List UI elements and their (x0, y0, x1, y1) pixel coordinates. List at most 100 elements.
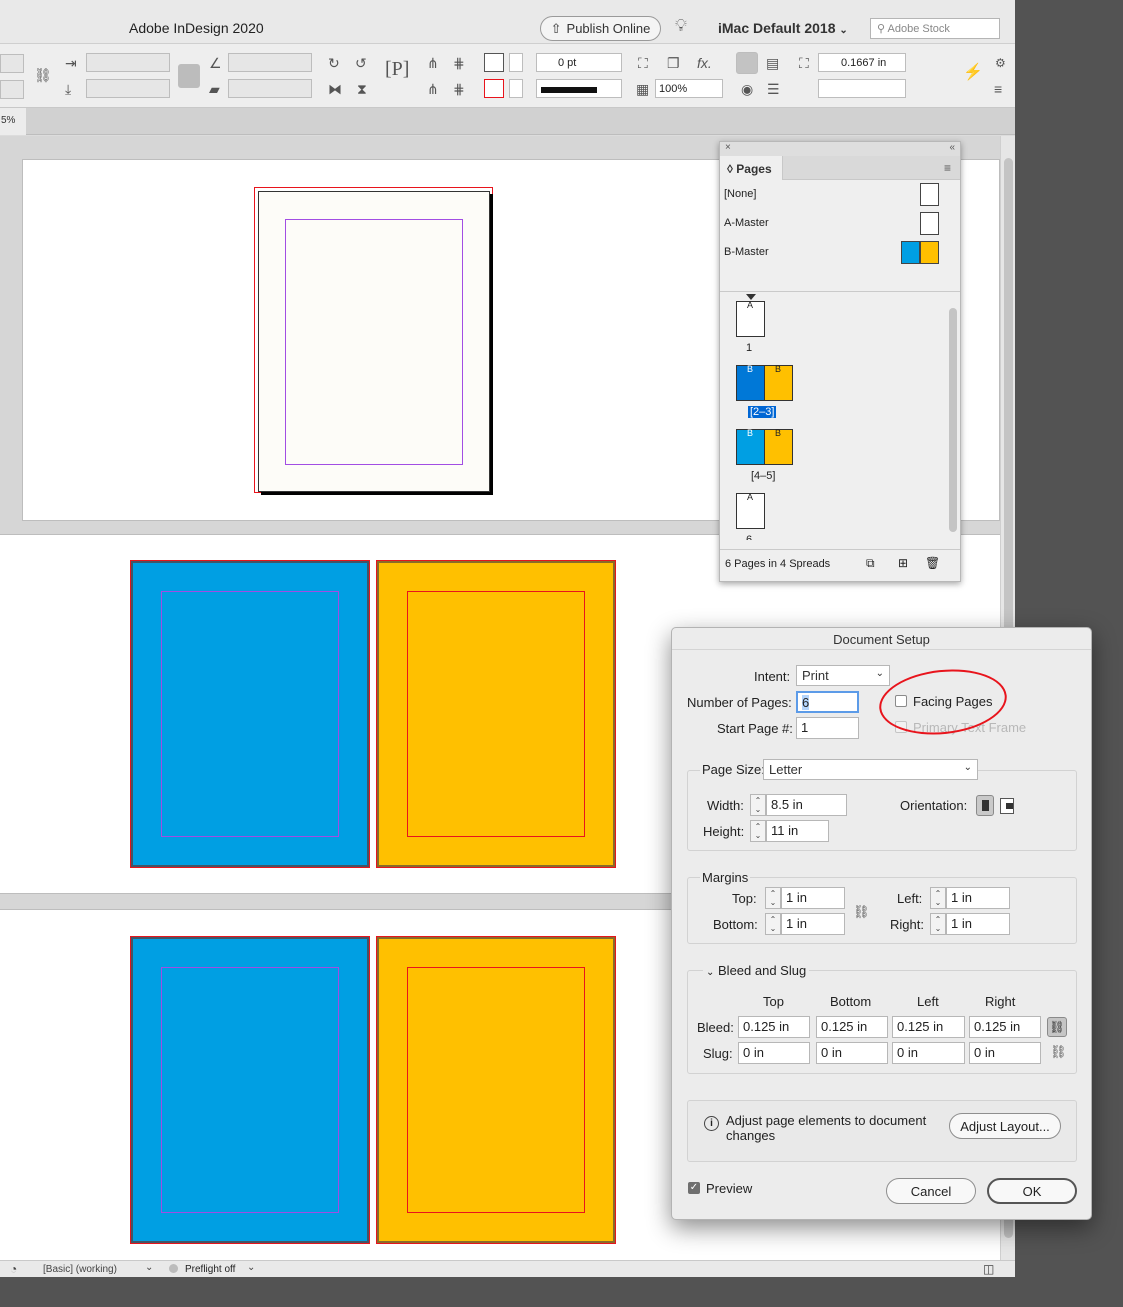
adobe-stock-search[interactable]: ⚲ Adobe Stock (870, 18, 1000, 39)
close-icon[interactable]: × (725, 142, 731, 153)
text-wrap-bbox-icon[interactable]: ▤ (766, 56, 779, 70)
cancel-button[interactable]: Cancel (886, 1178, 976, 1204)
margin-right-stepper[interactable]: ⌃ ⌄ (930, 913, 946, 935)
margin-top-field[interactable]: 1 in (781, 887, 845, 909)
new-page-icon[interactable]: ⊞ (898, 556, 908, 570)
adjust-layout-button[interactable]: Adjust Layout... (949, 1113, 1061, 1139)
stroke-menu-button[interactable] (509, 79, 523, 98)
stroke-weight-field[interactable] (536, 53, 622, 72)
panel-menu-icon[interactable]: ≡ (994, 82, 1002, 96)
page-2[interactable] (131, 561, 369, 867)
intent-select[interactable]: Print ⌄ (796, 665, 890, 686)
landscape-orientation-button[interactable] (1000, 798, 1014, 814)
gear-icon[interactable]: ⚙ (995, 56, 1006, 70)
page-thumbnail[interactable]: B (764, 428, 793, 465)
lightbulb-icon[interactable]: 💡︎ (675, 16, 687, 36)
page-thumbnail[interactable]: B (736, 428, 765, 465)
link-bleed-button[interactable]: ⛓ (1047, 1017, 1067, 1037)
slug-bottom-field[interactable]: 0 in (816, 1042, 888, 1064)
flip-vertical-icon[interactable]: ⧗ (357, 82, 367, 96)
rotation-field[interactable] (228, 53, 312, 72)
preview-checkbox[interactable]: ✓ (688, 1182, 700, 1194)
unlink-margins-icon[interactable]: ⛓ (853, 904, 870, 920)
rotate-ccw-icon[interactable]: ↺ (355, 56, 367, 70)
document-tab[interactable]: 5% (0, 108, 26, 135)
margin-bottom-field[interactable]: 1 in (781, 913, 845, 935)
page-5[interactable] (377, 937, 615, 1243)
frame-fitting-icon[interactable]: ⛶ (638, 56, 648, 70)
stroke-swatch[interactable] (484, 79, 504, 98)
master-b[interactable]: B-Master (720, 238, 960, 267)
select-container-icon[interactable]: ⋔ (427, 56, 439, 70)
select-previous-icon[interactable]: ⋔ (427, 82, 439, 96)
corner-options-icon[interactable]: ⛶ (799, 56, 809, 70)
drop-shadow-icon[interactable]: ❐ (667, 56, 680, 70)
width-stepper[interactable]: ⌃ ⌄ (750, 794, 766, 816)
master-a[interactable]: A-Master (720, 209, 960, 238)
effects-icon[interactable]: fx. (697, 56, 712, 70)
page-nav-icon[interactable]: ◔ (10, 1262, 17, 1276)
shear-field[interactable] (228, 79, 312, 98)
height-field[interactable] (86, 79, 170, 98)
bleed-bottom-field[interactable]: 0.125 in (816, 1016, 888, 1038)
y-field[interactable] (0, 80, 24, 99)
edit-page-size-icon[interactable]: ⧉ (866, 556, 875, 571)
panel-scroll-thumb[interactable] (949, 308, 957, 532)
margin-left-stepper[interactable]: ⌃ ⌄ (930, 887, 946, 909)
bleed-left-field[interactable]: 0.125 in (892, 1016, 965, 1038)
text-wrap-shape-icon[interactable]: ◉ (741, 82, 753, 96)
page-thumbnail[interactable]: B (736, 364, 765, 401)
page-size-select[interactable]: Letter ⌄ (763, 759, 978, 780)
page-thumbnail[interactable]: B (764, 364, 793, 401)
width-field[interactable] (86, 53, 170, 72)
page-3[interactable] (377, 561, 615, 867)
text-wrap-jump-icon[interactable]: ☰ (767, 82, 780, 96)
page-thumbnail[interactable]: A (736, 300, 765, 337)
fill-swatch[interactable] (484, 53, 504, 72)
master-none[interactable]: [None] (720, 180, 960, 209)
portrait-orientation-button[interactable] (976, 795, 994, 816)
page-thumbnail[interactable]: A (736, 492, 765, 529)
split-window-icon[interactable]: ◫ (983, 1262, 994, 1276)
tab-pages[interactable]: ◊ Pages (720, 156, 783, 180)
page-4[interactable] (131, 937, 369, 1243)
flip-horizontal-icon[interactable]: ⧓ (328, 82, 342, 96)
select-next-icon[interactable]: ⋕ (453, 82, 465, 96)
bleed-slug-toggle[interactable]: ⌄ Bleed and Slug (703, 963, 810, 978)
collapse-icon[interactable]: « (949, 142, 955, 153)
reference-point-icon[interactable]: [P] (385, 59, 409, 79)
select-content-icon[interactable]: ⋕ (453, 56, 465, 70)
corner-shape-select[interactable] (818, 79, 906, 98)
ok-button[interactable]: OK (987, 1178, 1077, 1204)
workspace-switcher[interactable]: iMac Default 2018 ⌄ (718, 20, 848, 36)
height-stepper[interactable]: ⌃ ⌄ (750, 820, 766, 842)
rotate-cw-icon[interactable]: ↻ (328, 56, 340, 70)
unlink-slug-icon[interactable]: ⛓ (1050, 1044, 1067, 1060)
page-1[interactable] (258, 191, 490, 492)
chevron-down-icon[interactable]: ⌄ (145, 1262, 153, 1273)
start-page-field[interactable]: 1 (796, 717, 859, 739)
chevron-down-icon[interactable]: ⌄ (247, 1262, 255, 1273)
margin-top-stepper[interactable]: ⌃ ⌄ (765, 887, 781, 909)
margin-bottom-stepper[interactable]: ⌃ ⌄ (765, 913, 781, 935)
margin-left-field[interactable]: 1 in (946, 887, 1010, 909)
slug-left-field[interactable]: 0 in (892, 1042, 965, 1064)
fill-menu-button[interactable] (509, 53, 523, 72)
preflight-status[interactable]: Preflight off (185, 1264, 235, 1275)
quick-apply-icon[interactable]: ⚡ (963, 65, 983, 81)
panel-menu-icon[interactable]: ≡ (944, 161, 951, 175)
unlink-icon[interactable]: ⛓ (34, 68, 52, 82)
x-field[interactable] (0, 54, 24, 73)
publish-online-button[interactable]: ⇧ Publish Online (540, 16, 661, 41)
slug-right-field[interactable]: 0 in (969, 1042, 1041, 1064)
bleed-right-field[interactable]: 0.125 in (969, 1016, 1041, 1038)
width-field[interactable]: 8.5 in (766, 794, 847, 816)
text-wrap-none-button[interactable] (736, 52, 758, 74)
num-pages-field[interactable]: 6 (796, 691, 859, 713)
height-field[interactable]: 11 in (766, 820, 829, 842)
bleed-top-field[interactable]: 0.125 in (738, 1016, 810, 1038)
style-status[interactable]: [Basic] (working) (43, 1264, 117, 1275)
margin-right-field[interactable]: 1 in (946, 913, 1010, 935)
slug-top-field[interactable]: 0 in (738, 1042, 810, 1064)
constrain-proportions-button[interactable] (178, 64, 200, 88)
